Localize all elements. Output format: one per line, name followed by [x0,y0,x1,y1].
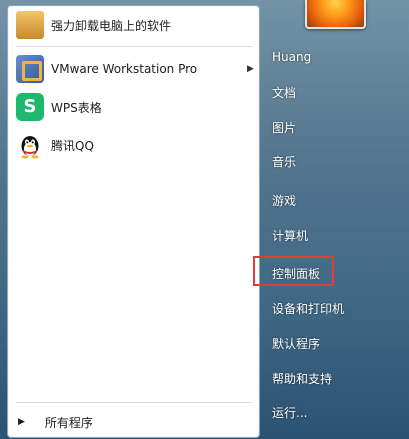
program-label: WPS表格 [51,100,102,115]
vmware-icon [16,55,44,83]
nav-default-programs[interactable]: 默认程序 [272,335,320,352]
programs-panel: 强力卸载电脑上的软件 VMware Workstation Pro ▶ S WP… [7,5,260,438]
nav-documents[interactable]: 文档 [272,84,296,101]
nav-computer[interactable]: 计算机 [272,227,308,244]
program-label: VMware Workstation Pro [51,62,198,76]
nav-user[interactable]: Huang [272,50,311,64]
all-programs-button[interactable]: ▶ 所有程序 [18,412,93,432]
program-item-uninstaller[interactable]: 强力卸载电脑上的软件 [16,8,171,42]
start-menu: 强力卸载电脑上的软件 VMware Workstation Pro ▶ S WP… [0,0,409,439]
submenu-arrow-icon[interactable]: ▶ [247,64,254,74]
user-avatar[interactable] [305,0,366,29]
divider [16,46,252,47]
nav-pictures[interactable]: 图片 [272,119,296,136]
nav-help-support[interactable]: 帮助和支持 [272,370,332,387]
program-label: 强力卸载电脑上的软件 [51,18,172,33]
program-item-wps[interactable]: S WPS表格 [16,90,102,124]
nav-devices-printers[interactable]: 设备和打印机 [272,300,344,317]
qq-icon [16,131,44,159]
program-label: 腾讯QQ [51,138,94,153]
nav-music[interactable]: 音乐 [272,153,296,170]
nav-games[interactable]: 游戏 [272,192,296,209]
uninstall-icon [16,11,44,39]
nav-run[interactable]: 运行... [272,404,307,421]
program-item-qq[interactable]: 腾讯QQ [16,128,94,162]
program-item-vmware[interactable]: VMware Workstation Pro ▶ [16,52,254,86]
all-programs-label: 所有程序 [44,415,93,430]
wps-spreadsheet-icon: S [16,93,44,121]
control-panel-highlight-box [253,256,334,286]
expand-arrow-icon: ▶ [18,417,25,427]
divider [16,402,252,403]
